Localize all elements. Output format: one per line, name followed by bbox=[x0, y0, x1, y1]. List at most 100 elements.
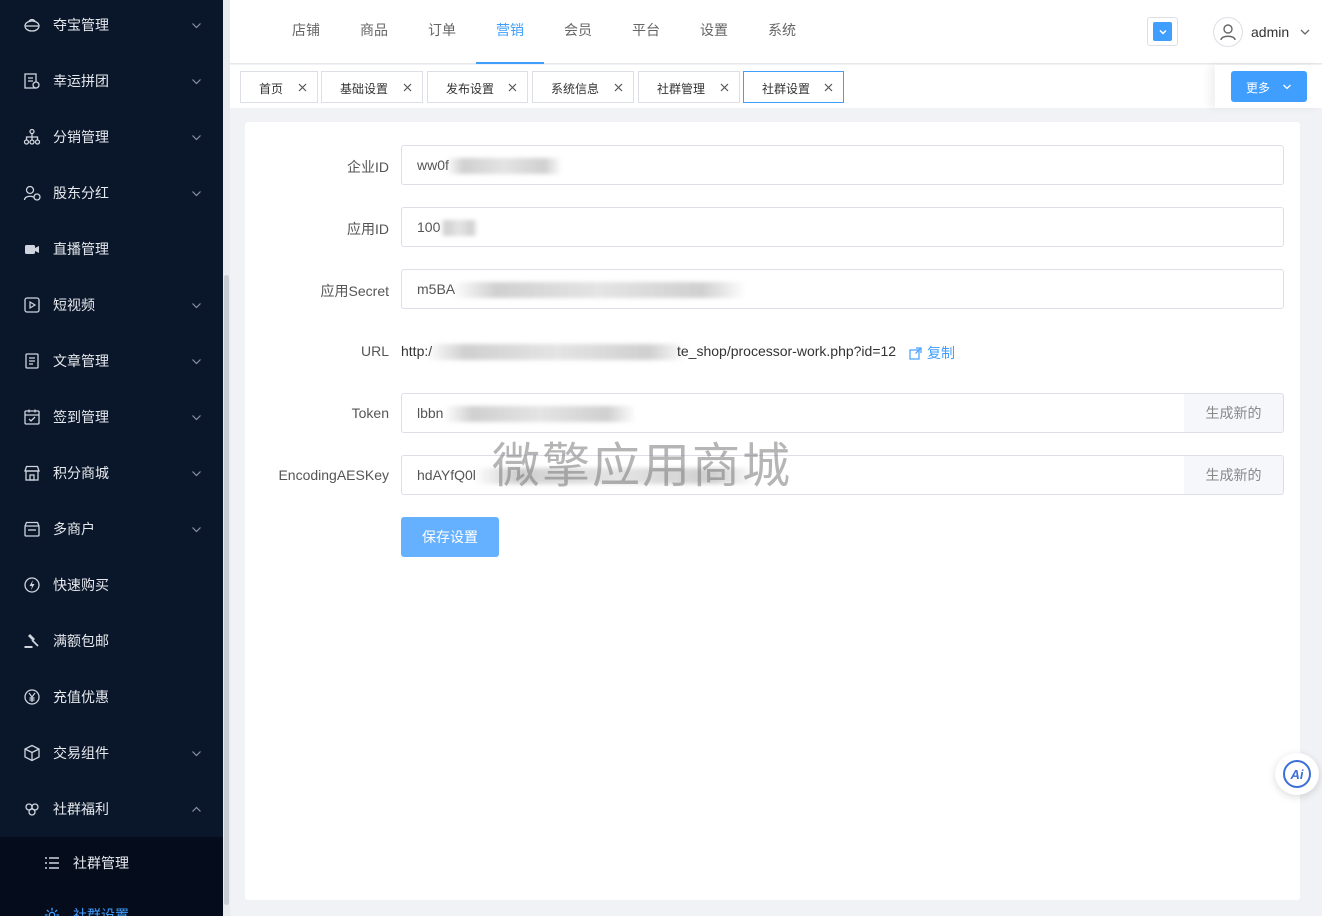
lightning-icon bbox=[23, 576, 41, 594]
sidebar-subitem-label: 社群设置 bbox=[73, 907, 129, 916]
sidebar-item[interactable]: 快速购买 bbox=[0, 557, 223, 613]
ai-assistant-button[interactable]: Ai bbox=[1275, 753, 1319, 795]
top-tab-platform[interactable]: 平台 bbox=[620, 0, 672, 64]
app-secret-value: m5BA bbox=[417, 281, 456, 297]
sidebar-item[interactable]: 多商户 bbox=[0, 501, 223, 557]
video-play-icon bbox=[23, 296, 41, 314]
sidebar-item[interactable]: 充值优惠 bbox=[0, 669, 223, 725]
app-secret-input[interactable]: m5BA bbox=[401, 269, 1284, 309]
redaction-blur bbox=[426, 344, 688, 360]
generate-token-button[interactable]: 生成新的 bbox=[1184, 393, 1284, 433]
sidebar-item-label: 充值优惠 bbox=[53, 689, 109, 705]
copy-url-button[interactable]: 复制 bbox=[909, 343, 955, 363]
page-tag-home[interactable]: 首页 bbox=[240, 71, 318, 103]
close-icon[interactable] bbox=[823, 82, 834, 93]
page-tag-community-management[interactable]: 社群管理 bbox=[638, 71, 740, 103]
close-icon[interactable] bbox=[297, 82, 308, 93]
sidebar-subitem[interactable]: 社群管理 bbox=[0, 837, 223, 889]
sidebar-item[interactable]: 交易组件 bbox=[0, 725, 223, 781]
user-avatar-icon[interactable] bbox=[1213, 17, 1243, 47]
more-label: 更多 bbox=[1246, 81, 1271, 95]
sidebar-item[interactable]: 社群福利 bbox=[0, 781, 223, 837]
close-icon[interactable] bbox=[507, 82, 518, 93]
sidebar-item[interactable]: 幸运拼团 bbox=[0, 53, 223, 109]
url-label: URL bbox=[360, 343, 389, 359]
chevron-down-icon bbox=[190, 75, 202, 87]
sidebar-item[interactable]: 文章管理 bbox=[0, 333, 223, 389]
page-tag-label: 系统信息 bbox=[551, 82, 600, 96]
watermark: 微擎应用商城 bbox=[492, 438, 793, 494]
app-id-value: 100 bbox=[417, 219, 441, 235]
save-settings-button[interactable]: 保存设置 bbox=[401, 517, 499, 557]
page-tag-community-settings[interactable]: 社群设置 bbox=[743, 71, 844, 103]
sidebar-subitem[interactable]: 社群设置 bbox=[0, 889, 223, 916]
treasure-icon bbox=[23, 16, 41, 34]
points-shop-icon bbox=[23, 464, 41, 482]
sidebar-item[interactable]: 满额包邮 bbox=[0, 613, 223, 669]
gavel-icon bbox=[23, 632, 41, 650]
merchant-icon bbox=[23, 520, 41, 538]
list-icon bbox=[44, 855, 60, 871]
page-tag-label: 基础设置 bbox=[340, 82, 389, 96]
copy-icon bbox=[909, 346, 922, 360]
token-value: lbbn bbox=[417, 405, 444, 421]
page-tag-label: 发布设置 bbox=[446, 82, 495, 96]
shareholder-icon bbox=[23, 184, 41, 202]
sidebar-item-label: 直播管理 bbox=[53, 241, 109, 257]
top-tab-orders[interactable]: 订单 bbox=[416, 0, 468, 64]
chevron-down-icon bbox=[190, 131, 202, 143]
chevron-down-icon bbox=[190, 523, 202, 535]
copy-url-label: 复制 bbox=[927, 345, 955, 361]
chevron-up-icon bbox=[190, 803, 202, 815]
user-name[interactable]: admin bbox=[1251, 24, 1289, 40]
redaction-blur bbox=[446, 158, 562, 174]
close-icon[interactable] bbox=[402, 82, 413, 93]
article-icon bbox=[23, 352, 41, 370]
redaction-blur bbox=[452, 282, 746, 298]
sidebar-item-label: 快速购买 bbox=[53, 577, 109, 593]
sidebar-item-label: 夺宝管理 bbox=[53, 17, 109, 33]
gear-icon bbox=[44, 907, 60, 916]
app-id-input[interactable]: 100 bbox=[401, 207, 1284, 247]
page-tag-label: 社群设置 bbox=[762, 82, 811, 96]
sidebar: 夺宝管理 幸运拼团 分销管理 股东分红 直播管理 短视频 文章管理 签到管理 积分商城 多商户 快速… bbox=[0, 0, 223, 916]
page-tag-publish-settings[interactable]: 发布设置 bbox=[427, 71, 528, 103]
url-value-end: te_shop/processor-work.php?id=12 bbox=[677, 343, 897, 359]
sidebar-item-label: 多商户 bbox=[53, 521, 95, 537]
app-switcher-button[interactable] bbox=[1147, 17, 1178, 46]
calendar-check-icon bbox=[23, 408, 41, 426]
app-id-label: 应用ID bbox=[347, 221, 389, 237]
sidebar-item-label: 分销管理 bbox=[53, 129, 109, 145]
top-tab-shop[interactable]: 店铺 bbox=[280, 0, 332, 64]
sidebar-subitem-label: 社群管理 bbox=[73, 855, 129, 871]
aes-key-label: EncodingAESKey bbox=[278, 467, 389, 483]
top-tab-goods[interactable]: 商品 bbox=[348, 0, 400, 64]
distribution-icon bbox=[23, 128, 41, 146]
group-buy-icon bbox=[23, 72, 41, 90]
chevron-down-icon bbox=[190, 187, 202, 199]
sidebar-item-label: 股东分红 bbox=[53, 185, 109, 201]
user-menu-chevron-icon[interactable] bbox=[1299, 26, 1311, 38]
close-icon[interactable] bbox=[719, 82, 730, 93]
top-tab-members[interactable]: 会员 bbox=[552, 0, 604, 64]
top-tab-settings[interactable]: 设置 bbox=[688, 0, 740, 64]
chevron-down-icon bbox=[190, 19, 202, 31]
close-icon[interactable] bbox=[613, 82, 624, 93]
redaction-blur bbox=[440, 220, 478, 236]
sidebar-item[interactable]: 夺宝管理 bbox=[0, 0, 223, 53]
live-camera-icon bbox=[23, 240, 41, 258]
token-label: Token bbox=[351, 405, 389, 421]
more-tabs-button[interactable]: 更多 bbox=[1231, 71, 1307, 102]
sidebar-scrollbar-thumb[interactable] bbox=[224, 275, 229, 905]
top-tab-marketing[interactable]: 营销 bbox=[476, 0, 544, 64]
page-tag-basic-settings[interactable]: 基础设置 bbox=[321, 71, 423, 103]
corp-id-input[interactable]: ww0f bbox=[401, 145, 1284, 185]
chevron-down-icon bbox=[1281, 81, 1292, 92]
ai-icon: Ai bbox=[1283, 760, 1311, 788]
page-tag-system-info[interactable]: 系统信息 bbox=[532, 71, 634, 103]
top-tab-system[interactable]: 系统 bbox=[756, 0, 808, 64]
generate-aes-key-button[interactable]: 生成新的 bbox=[1184, 455, 1284, 495]
corp-id-label: 企业ID bbox=[347, 159, 389, 175]
sidebar-item-label: 满额包邮 bbox=[53, 633, 109, 649]
aes-key-value: hdAYfQ0l bbox=[417, 467, 476, 483]
